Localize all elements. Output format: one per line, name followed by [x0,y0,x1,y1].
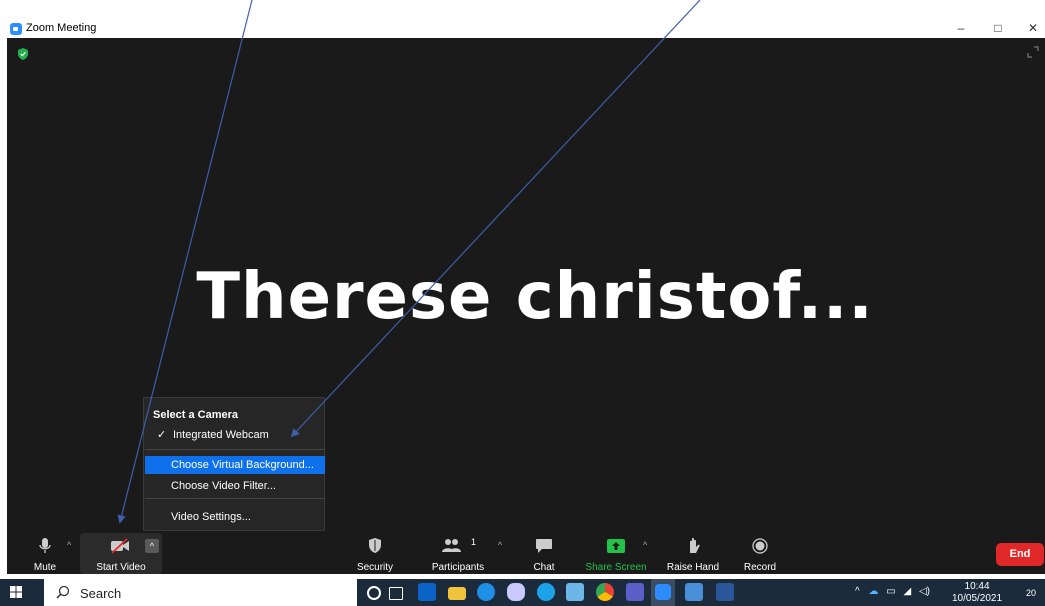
volume-icon[interactable]: ◁) [919,586,930,597]
clock-date: 10/05/2021 [952,593,1003,604]
record-button[interactable]: Record [737,533,783,574]
raise-hand-button[interactable]: Raise Hand [663,533,723,574]
window-titlebar: Zoom Meeting – □ ✕ [0,0,1045,38]
task-view-icon[interactable] [389,587,403,600]
chrome-icon[interactable] [596,583,614,601]
security-label: Security [356,562,394,573]
end-meeting-button[interactable]: End [996,543,1044,566]
system-tray[interactable]: ^ ☁ ▭ ◢ ◁) [855,586,930,597]
window-title: Zoom Meeting [26,22,97,34]
notification-center-icon[interactable]: 20 [1020,584,1038,600]
notification-count: 20 [1026,588,1037,598]
zoom-taskbar-highlight[interactable] [651,579,675,606]
cortana-icon[interactable] [367,586,381,600]
microphone-icon [39,538,51,553]
share-screen-button[interactable]: Share Screen [581,533,651,574]
taskbar-search-box[interactable]: Search [44,579,357,606]
menu-divider [145,449,325,450]
chat-button[interactable]: Chat [524,533,564,574]
outlook-icon[interactable] [418,583,436,601]
maximize-button[interactable]: □ [983,20,1013,36]
menu-header: Select a Camera [153,409,238,421]
minimize-button[interactable]: – [946,20,976,36]
menu-item-video-settings[interactable]: Video Settings... [145,508,325,526]
network-app-icon[interactable] [685,583,703,601]
zoom-icon [655,584,671,600]
record-label: Record [743,562,777,573]
taskbar-clock[interactable]: 10:44 10/05/2021 [952,581,1002,605]
zoom-app-icon [10,23,22,35]
fullscreen-icon[interactable] [1027,46,1039,58]
windows-taskbar: Search ^ ☁ ▭ ◢ ◁) 10:44 10/05/2021 20 [0,579,1045,606]
paint-icon[interactable] [507,583,525,601]
participants-options-caret[interactable]: ^ [498,540,502,550]
chat-icon [536,539,552,553]
share-screen-label: Share Screen [585,562,647,573]
participants-button[interactable]: 1 Participants [425,533,491,574]
chevron-up-icon[interactable]: ^ [855,586,860,597]
audio-options-caret[interactable]: ^ [67,540,71,550]
search-icon [56,585,70,599]
menu-divider [145,498,325,499]
security-button[interactable]: Security [345,533,405,574]
clock-time: 10:44 [964,581,990,592]
share-options-caret[interactable]: ^ [643,540,647,550]
record-icon [752,538,768,554]
raise-hand-label: Raise Hand [666,562,720,573]
menu-item-choose-video-filter[interactable]: Choose Video Filter... [145,477,325,495]
menu-item-label: Choose Video Filter... [171,480,276,492]
chat-label: Chat [533,562,555,573]
select-camera-menu: Select a Camera ✓ Integrated Webcam Choo… [143,397,325,531]
search-placeholder: Search [80,586,122,601]
app-icon[interactable] [566,583,584,601]
encryption-shield-icon[interactable] [18,48,28,60]
checkmark-icon: ✓ [157,429,167,441]
wifi-icon[interactable]: ◢ [904,586,912,597]
teams-icon[interactable] [626,583,644,601]
meeting-toolbar: Mute ^ Start Video ^ Security 1 Particip… [7,533,1045,574]
mute-button[interactable]: Mute [25,533,65,574]
menu-item-label: Integrated Webcam [173,429,269,441]
onedrive-icon[interactable]: ☁ [868,586,878,597]
raise-hand-icon [690,537,700,553]
menu-item-integrated-webcam[interactable]: ✓ Integrated Webcam [145,426,325,444]
menu-item-label: Choose Virtual Background... [171,459,314,471]
mute-label: Mute [33,562,57,573]
participant-name: Therese christof... [196,260,874,334]
close-button[interactable]: ✕ [1018,20,1045,36]
battery-icon[interactable]: ▭ [886,586,895,597]
menu-item-label: Video Settings... [171,511,251,523]
participants-label: Participants [431,562,485,573]
video-off-icon [111,538,129,554]
participants-icon [442,539,461,552]
file-explorer-icon[interactable] [448,587,466,600]
edge-icon[interactable] [477,583,495,601]
participants-count: 1 [471,537,477,547]
security-shield-icon [369,538,381,553]
windows-start-icon[interactable] [8,584,24,600]
menu-item-choose-virtual-background[interactable]: Choose Virtual Background... [145,456,325,474]
share-screen-icon [607,539,625,553]
video-options-caret[interactable]: ^ [145,539,159,553]
word-icon[interactable] [716,583,734,601]
start-video-label: Start Video [96,562,146,573]
skype-icon[interactable] [537,583,555,601]
